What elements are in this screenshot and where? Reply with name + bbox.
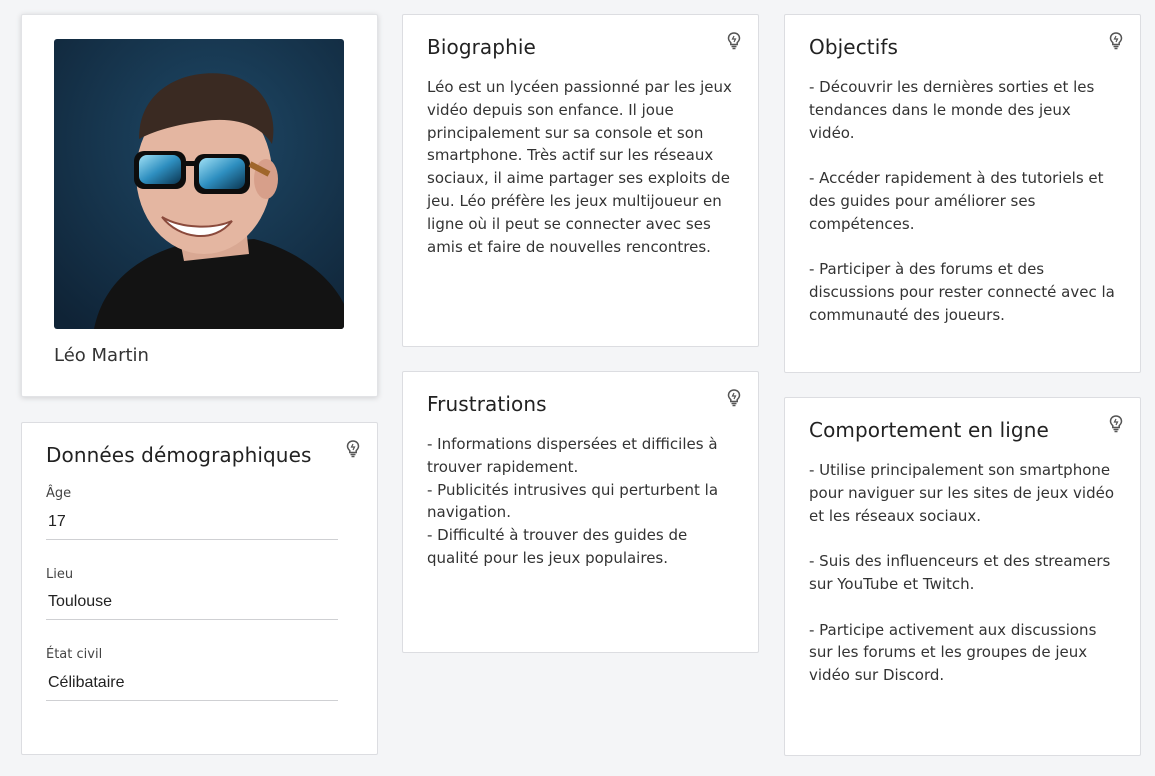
list-item: - Suis des influenceurs et des streamers…	[809, 552, 1111, 593]
online-behavior-title: Comportement en ligne	[809, 418, 1049, 442]
lightbulb-icon[interactable]	[726, 388, 742, 408]
biography-paragraph: Léo est un lycéen passionné par les jeux…	[427, 78, 732, 256]
age-field[interactable]: 17	[46, 513, 338, 540]
marital-status-label: État civil	[46, 647, 103, 662]
list-item: - Accéder rapidement à des tutoriels et …	[809, 169, 1104, 233]
list-item: - Découvrir les dernières sorties et les…	[809, 78, 1095, 142]
biography-card: Biographie Léo est un lycéen passionné p…	[402, 14, 759, 347]
location-field[interactable]: Toulouse	[46, 593, 338, 620]
biography-text: Léo est un lycéen passionné par les jeux…	[427, 76, 738, 258]
list-item: - Participer à des forums et des discuss…	[809, 260, 1115, 324]
age-label: Âge	[46, 486, 72, 501]
frustrations-card: Frustrations - Informations dispersées e…	[402, 371, 759, 653]
list-item: - Participe activement aux discussions s…	[809, 620, 1097, 685]
online-behavior-list: - Utilise principalement son smartphone …	[809, 459, 1120, 687]
list-item: - Publicités intrusives qui perturbent l…	[427, 480, 719, 522]
location-label: Lieu	[46, 567, 74, 582]
list-item: - Utilise principalement son smartphone …	[809, 461, 1115, 525]
avatar	[54, 39, 344, 329]
biography-title: Biographie	[427, 35, 536, 59]
objectives-title: Objectifs	[809, 35, 899, 59]
objectives-list: - Découvrir les dernières sorties et les…	[809, 76, 1120, 327]
persona-name: Léo Martin	[54, 345, 149, 366]
lightbulb-icon[interactable]	[1108, 414, 1124, 434]
frustrations-list: - Informations dispersées et difficiles …	[427, 433, 738, 570]
online-behavior-card: Comportement en ligne - Utilise principa…	[784, 397, 1141, 756]
frustrations-title: Frustrations	[427, 392, 547, 416]
demographics-title: Données démographiques	[46, 443, 312, 467]
list-item: - Informations dispersées et difficiles …	[427, 435, 718, 476]
lightbulb-icon[interactable]	[1108, 31, 1124, 51]
list-item: - Difficulté à trouver des guides de qua…	[427, 526, 688, 567]
lightbulb-icon[interactable]	[726, 31, 742, 51]
objectives-card: Objectifs - Découvrir les dernières sort…	[784, 14, 1141, 373]
demographics-card: Données démographiques Âge 17 Lieu Toulo…	[21, 422, 378, 755]
lightbulb-icon[interactable]	[345, 439, 361, 459]
profile-card: Léo Martin	[21, 14, 378, 397]
marital-status-field[interactable]: Célibataire	[46, 674, 338, 701]
